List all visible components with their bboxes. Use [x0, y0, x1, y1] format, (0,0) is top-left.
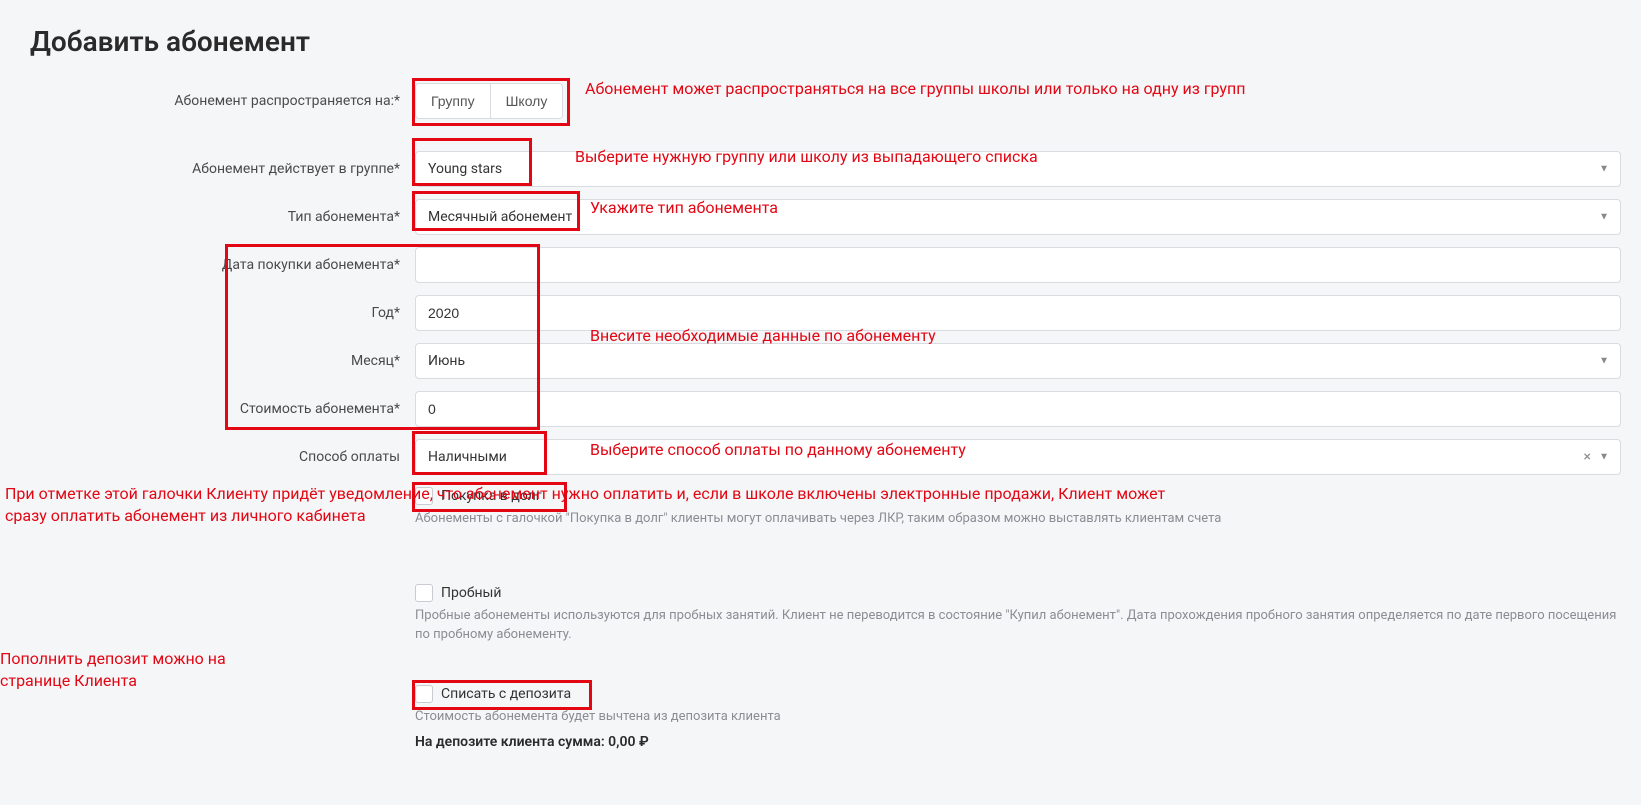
month-select[interactable]: Июнь ▼ [415, 343, 1621, 379]
debt-checkbox-label: Покупка в долг [441, 488, 542, 504]
deposit-amount-text: На депозите клиента сумма: 0,00 ₽ [415, 734, 1621, 750]
group-select[interactable]: Young stars ▼ [415, 151, 1621, 187]
label-month: Месяц* [20, 343, 415, 369]
trial-help-text: Пробные абонементы используются для проб… [415, 606, 1621, 645]
label-cost: Стоимость абонемента* [20, 391, 415, 417]
annotation-applies-to: Абонемент может распространяться на все … [585, 78, 1245, 100]
deposit-checkbox[interactable] [415, 685, 433, 703]
payment-select-value: Наличными [415, 439, 1621, 475]
toggle-applies-to: Группу Школу [415, 83, 563, 119]
label-purchase-date: Дата покупки абонемента* [20, 247, 415, 273]
debt-checkbox[interactable] [415, 487, 433, 505]
label-type: Тип абонемента* [20, 199, 415, 225]
month-select-value: Июнь [415, 343, 1621, 379]
toggle-group-button[interactable]: Группу [416, 84, 491, 118]
cost-input[interactable] [415, 391, 1621, 427]
toggle-school-button[interactable]: Школу [491, 84, 563, 118]
trial-checkbox[interactable] [415, 584, 433, 602]
payment-select[interactable]: Наличными × ▼ [415, 439, 1621, 475]
debt-help-text: Абонементы с галочкой "Покупка в долг" к… [415, 509, 1621, 529]
purchase-date-input[interactable] [415, 247, 1621, 283]
year-input[interactable] [415, 295, 1621, 331]
label-group: Абонемент действует в группе* [20, 151, 415, 177]
type-select-value: Месячный абонемент [415, 199, 1621, 235]
page-title: Добавить абонемент [20, 25, 1621, 58]
group-select-value: Young stars [415, 151, 1621, 187]
label-applies-to: Абонемент распространяется на:* [20, 83, 415, 109]
label-year: Год* [20, 295, 415, 321]
type-select[interactable]: Месячный абонемент ▼ [415, 199, 1621, 235]
deposit-help-text: Стоимость абонемента будет вычтена из де… [415, 707, 1621, 727]
label-payment: Способ оплаты [20, 439, 415, 465]
clear-icon[interactable]: × [1584, 449, 1591, 465]
trial-checkbox-label: Пробный [441, 585, 501, 601]
deposit-checkbox-label: Списать с депозита [441, 686, 571, 702]
